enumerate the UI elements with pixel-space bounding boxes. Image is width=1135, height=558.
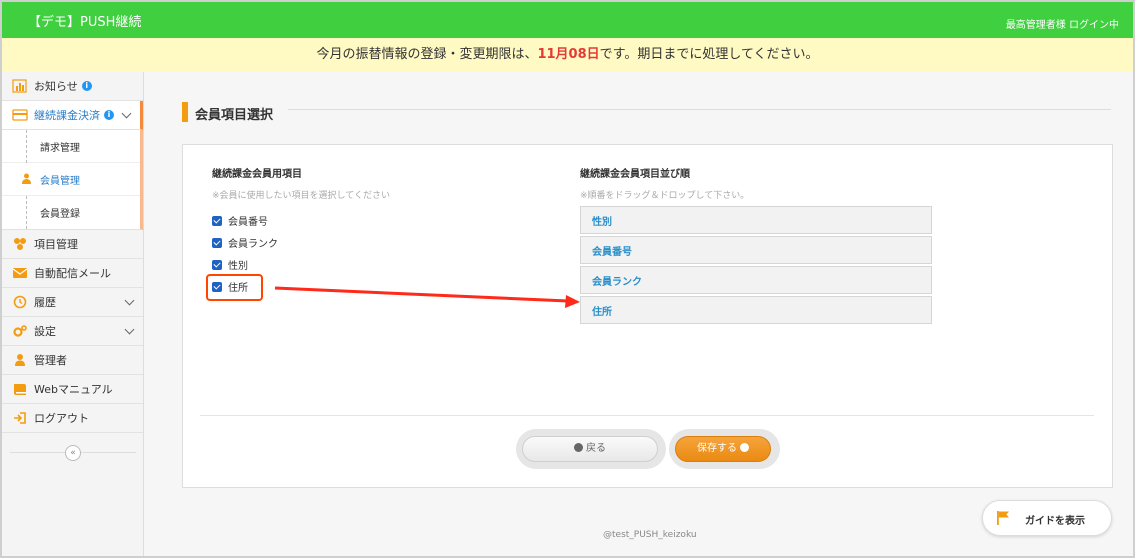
annotation-arrow [274, 286, 580, 308]
app-window: 【デモ】PUSH継続 最高管理者様 ログイン中 今月の振替情報の登録・変更期限は… [0, 0, 1135, 558]
